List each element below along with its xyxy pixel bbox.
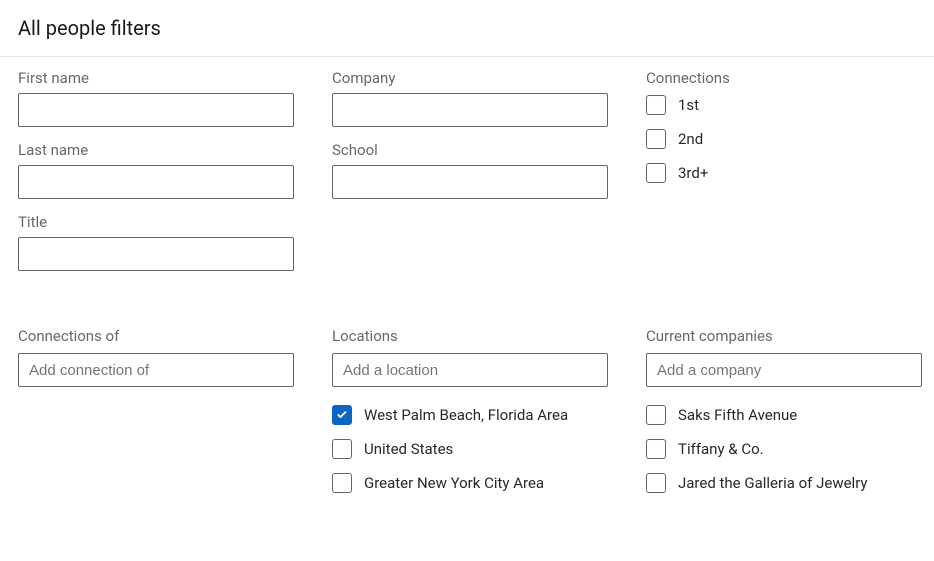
col-connections: Connections 1st 2nd: [646, 69, 922, 285]
location-option-label: Greater New York City Area: [364, 474, 544, 492]
title-group: Title: [18, 213, 294, 271]
company-label: Company: [332, 69, 608, 87]
location-option-label: West Palm Beach, Florida Area: [364, 406, 568, 424]
location-option-us[interactable]: United States: [332, 439, 608, 459]
company-group: Company: [332, 69, 608, 127]
filter-row-2: Connections of Locations West Palm Beach…: [18, 327, 916, 507]
company-option-label: Saks Fifth Avenue: [678, 406, 797, 424]
connections-option-1st[interactable]: 1st: [646, 95, 922, 115]
connections-option-2nd[interactable]: 2nd: [646, 129, 922, 149]
school-input[interactable]: [332, 165, 608, 199]
checkbox-company-saks[interactable]: [646, 405, 666, 425]
checkbox-location-wpb[interactable]: [332, 405, 352, 425]
col-company-school: Company School: [332, 69, 608, 285]
connections-option-label: 3rd+: [678, 164, 708, 182]
company-input[interactable]: [332, 93, 608, 127]
company-option-label: Tiffany & Co.: [678, 440, 764, 458]
school-label: School: [332, 141, 608, 159]
locations-input[interactable]: [332, 353, 608, 387]
checkbox-location-us[interactable]: [332, 439, 352, 459]
school-group: School: [332, 141, 608, 199]
connections-of-heading: Connections of: [18, 327, 294, 345]
company-option-label: Jared the Galleria of Jewelry: [678, 474, 868, 492]
checkbox-2nd[interactable]: [646, 129, 666, 149]
company-option-saks[interactable]: Saks Fifth Avenue: [646, 405, 922, 425]
current-companies-list: Saks Fifth Avenue Tiffany & Co. Jared th…: [646, 405, 922, 507]
connections-of-input[interactable]: [18, 353, 294, 387]
page-title: All people filters: [18, 16, 161, 40]
col-connections-of: Connections of: [18, 327, 294, 507]
col-name-fields: First name Last name Title: [18, 69, 294, 285]
title-input[interactable]: [18, 237, 294, 271]
location-option-wpb[interactable]: West Palm Beach, Florida Area: [332, 405, 608, 425]
connections-list: 1st 2nd 3rd+: [646, 95, 922, 197]
checkbox-location-nyc[interactable]: [332, 473, 352, 493]
filter-content: First name Last name Title Company Schoo…: [0, 57, 934, 561]
company-option-jared[interactable]: Jared the Galleria of Jewelry: [646, 473, 922, 493]
location-option-nyc[interactable]: Greater New York City Area: [332, 473, 608, 493]
checkbox-3rd[interactable]: [646, 163, 666, 183]
current-companies-heading: Current companies: [646, 327, 922, 345]
first-name-group: First name: [18, 69, 294, 127]
title-label: Title: [18, 213, 294, 231]
connections-option-label: 1st: [678, 96, 699, 114]
location-option-label: United States: [364, 440, 453, 458]
check-icon: [335, 408, 349, 422]
first-name-input[interactable]: [18, 93, 294, 127]
connections-option-label: 2nd: [678, 130, 703, 148]
checkbox-1st[interactable]: [646, 95, 666, 115]
filter-row-1: First name Last name Title Company Schoo…: [18, 69, 916, 285]
last-name-input[interactable]: [18, 165, 294, 199]
col-locations: Locations West Palm Beach, Florida Area …: [332, 327, 608, 507]
checkbox-company-tiffany[interactable]: [646, 439, 666, 459]
modal-header: All people filters: [0, 0, 934, 57]
locations-heading: Locations: [332, 327, 608, 345]
last-name-label: Last name: [18, 141, 294, 159]
first-name-label: First name: [18, 69, 294, 87]
checkbox-company-jared[interactable]: [646, 473, 666, 493]
connections-option-3rd[interactable]: 3rd+: [646, 163, 922, 183]
col-current-companies: Current companies Saks Fifth Avenue Tiff…: [646, 327, 922, 507]
current-companies-input[interactable]: [646, 353, 922, 387]
connections-heading: Connections: [646, 69, 922, 87]
company-option-tiffany[interactable]: Tiffany & Co.: [646, 439, 922, 459]
locations-list: West Palm Beach, Florida Area United Sta…: [332, 405, 608, 507]
last-name-group: Last name: [18, 141, 294, 199]
